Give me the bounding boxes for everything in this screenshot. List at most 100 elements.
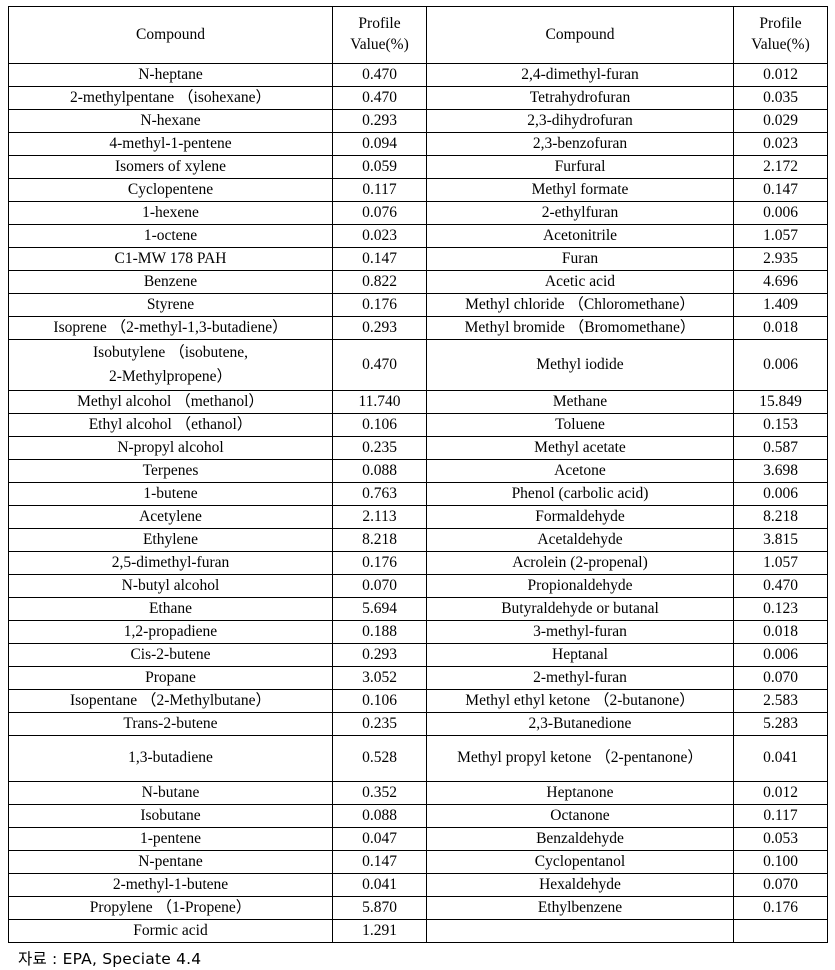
header-profile-value-right: Profile Value(%) [733, 6, 828, 64]
table-row: Cyclopentene 0.117 Methyl formate 0.147 [8, 178, 828, 202]
cell-compound-right: 3-methyl-furan [426, 620, 734, 645]
cell-profile-value-left: 1.291 [332, 919, 427, 944]
cell-profile-value-left: 0.176 [332, 293, 427, 317]
cell-compound-right: Acrolein (2-propenal) [426, 551, 734, 576]
cell-compound-right: Formaldehyde [426, 505, 734, 530]
cell-profile-value-left: 0.094 [332, 132, 427, 156]
cell-profile-value-right: 0.006 [733, 643, 828, 668]
cell-compound-left: N-propyl alcohol [8, 436, 333, 461]
compound-line: Isobutylene （isobutene, [93, 344, 248, 361]
cell-profile-value-right: 0.023 [733, 132, 828, 156]
cell-profile-value-right: 2.583 [733, 689, 828, 714]
table-row: Ethane 5.694 Butyraldehyde or butanal 0.123 [8, 597, 828, 622]
table-row: 4-methyl-1-pentene 0.094 2,3-benzofuran 0.0… [8, 132, 828, 156]
cell-compound-left: N-butyl alcohol [8, 574, 333, 599]
header-compound-left: Compound [8, 6, 333, 64]
cell-profile-value-left: 0.293 [332, 109, 427, 133]
cell-compound-right: Acetone [426, 459, 734, 484]
cell-compound-left: 2-methyl-1-butene [8, 873, 333, 898]
cell-compound-right: Propionaldehyde [426, 574, 734, 599]
cell-compound-right: 2,3-Butanedione [426, 712, 734, 737]
table-row: Methyl alcohol （methanol） 11.740 Methane 15… [8, 390, 828, 415]
cell-profile-value-right: 8.218 [733, 505, 828, 530]
cell-compound-left: N-hexane [8, 109, 333, 133]
cell-profile-value-left: 0.117 [332, 178, 427, 202]
cell-profile-value-right: 1.409 [733, 293, 828, 317]
cell-compound-right: 2,3-dihydrofuran [426, 109, 734, 133]
table-row: Ethyl alcohol （ethanol） 0.106 Toluene 0.153 [8, 413, 828, 438]
cell-profile-value-right: 1.057 [733, 551, 828, 576]
table-row: N-butyl alcohol 0.070 Propionaldehyde 0.470 [8, 574, 828, 599]
cell-profile-value-right: 0.176 [733, 896, 828, 921]
cell-compound-right [426, 919, 734, 944]
cell-compound-left: 1-butene [8, 482, 333, 507]
cell-profile-value-right: 0.035 [733, 86, 828, 110]
cell-compound-left: N-butane [8, 781, 333, 806]
table-row: N-propyl alcohol 0.235 Methyl acetate 0.587 [8, 436, 828, 461]
cell-profile-value-right: 0.053 [733, 827, 828, 852]
cell-compound-left: 4-methyl-1-pentene [8, 132, 333, 156]
cell-compound-left: N-pentane [8, 850, 333, 875]
cell-compound-left: Isobutylene （isobutene, 2-Methylpropene） [8, 338, 333, 392]
cell-compound-right: Heptanal [426, 643, 734, 668]
cell-profile-value-right: 3.698 [733, 459, 828, 484]
table-row: Isobutylene （isobutene, 2-Methylpropene） 0… [8, 338, 828, 392]
cell-compound-left: 2,5-dimethyl-furan [8, 551, 333, 576]
cell-profile-value-right: 0.070 [733, 873, 828, 898]
cell-compound-left: Formic acid [8, 919, 333, 944]
cell-compound-right: 2-methyl-furan [426, 666, 734, 691]
cell-profile-value-left: 0.176 [332, 551, 427, 576]
table-row: 1,2-propadiene 0.188 3-methyl-furan 0.018 [8, 620, 828, 645]
table-row: Propane 3.052 2-methyl-furan 0.070 [8, 666, 828, 691]
table-row: Isopentane （2-Methylbutane） 0.106 Methyl e… [8, 689, 828, 714]
table-row: Benzene 0.822 Acetic acid 4.696 [8, 270, 828, 294]
cell-profile-value-right: 3.815 [733, 528, 828, 553]
cell-compound-right: Heptanone [426, 781, 734, 806]
cell-profile-value-left: 0.235 [332, 436, 427, 461]
cell-compound-right: Furan [426, 247, 734, 271]
cell-profile-value-left: 0.076 [332, 201, 427, 225]
table-header: Compound Profile Value(%) Compound Profi… [8, 6, 828, 64]
header-compound-right: Compound [426, 6, 734, 64]
cell-compound-left: Benzene [8, 270, 333, 294]
cell-compound-right: Furfural [426, 155, 734, 179]
cell-profile-value-left: 0.822 [332, 270, 427, 294]
table-row: 1-butene 0.763 Phenol (carbolic acid) 0.006 [8, 482, 828, 507]
table-row: 2-methylpentane （isohexane） 0.470 Tetrahyd… [8, 86, 828, 110]
cell-profile-value-left: 0.047 [332, 827, 427, 852]
cell-profile-value-left: 5.870 [332, 896, 427, 921]
cell-profile-value-right: 0.117 [733, 804, 828, 829]
cell-compound-right: Tetrahydrofuran [426, 86, 734, 110]
cell-compound-right: Methane [426, 390, 734, 415]
cell-profile-value-left: 0.528 [332, 735, 427, 783]
table-row: N-hexane 0.293 2,3-dihydrofuran 0.029 [8, 109, 828, 133]
cell-profile-value-left: 3.052 [332, 666, 427, 691]
cell-profile-value-left: 0.106 [332, 689, 427, 714]
cell-profile-value-right: 2.935 [733, 247, 828, 271]
cell-compound-right: Methyl ethyl ketone （2-butanone） [426, 689, 734, 714]
table-row: N-heptane 0.470 2,4-dimethyl-furan 0.012 [8, 63, 828, 87]
cell-profile-value-right: 0.587 [733, 436, 828, 461]
table-row: 2-methyl-1-butene 0.041 Hexaldehyde 0.070 [8, 873, 828, 898]
cell-profile-value-left: 0.088 [332, 804, 427, 829]
cell-compound-left: C1-MW 178 PAH [8, 247, 333, 271]
cell-profile-value-left: 2.113 [332, 505, 427, 530]
table-row: Propylene （1-Propene） 5.870 Ethylbenzene 0.… [8, 896, 828, 921]
table-row: Styrene 0.176 Methyl chloride （Chlorometha… [8, 293, 828, 317]
table-row: N-pentane 0.147 Cyclopentanol 0.100 [8, 850, 828, 875]
cell-compound-left: 1,2-propadiene [8, 620, 333, 645]
cell-compound-right: Methyl bromide （Bromomethane） [426, 316, 734, 340]
table-row: Ethylene 8.218 Acetaldehyde 3.815 [8, 528, 828, 553]
table-row: Acetylene 2.113 Formaldehyde 8.218 [8, 505, 828, 530]
cell-compound-right: Acetonitrile [426, 224, 734, 248]
cell-profile-value-right: 0.018 [733, 620, 828, 645]
cell-compound-right: Octanone [426, 804, 734, 829]
cell-compound-right: Cyclopentanol [426, 850, 734, 875]
cell-profile-value-left: 0.088 [332, 459, 427, 484]
cell-profile-value-right: 0.012 [733, 781, 828, 806]
cell-compound-left: Trans-2-butene [8, 712, 333, 737]
table-row: Trans-2-butene 0.235 2,3-Butanedione 5.283 [8, 712, 828, 737]
cell-compound-left: 1-octene [8, 224, 333, 248]
cell-compound-left: 1-hexene [8, 201, 333, 225]
table-row: Terpenes 0.088 Acetone 3.698 [8, 459, 828, 484]
